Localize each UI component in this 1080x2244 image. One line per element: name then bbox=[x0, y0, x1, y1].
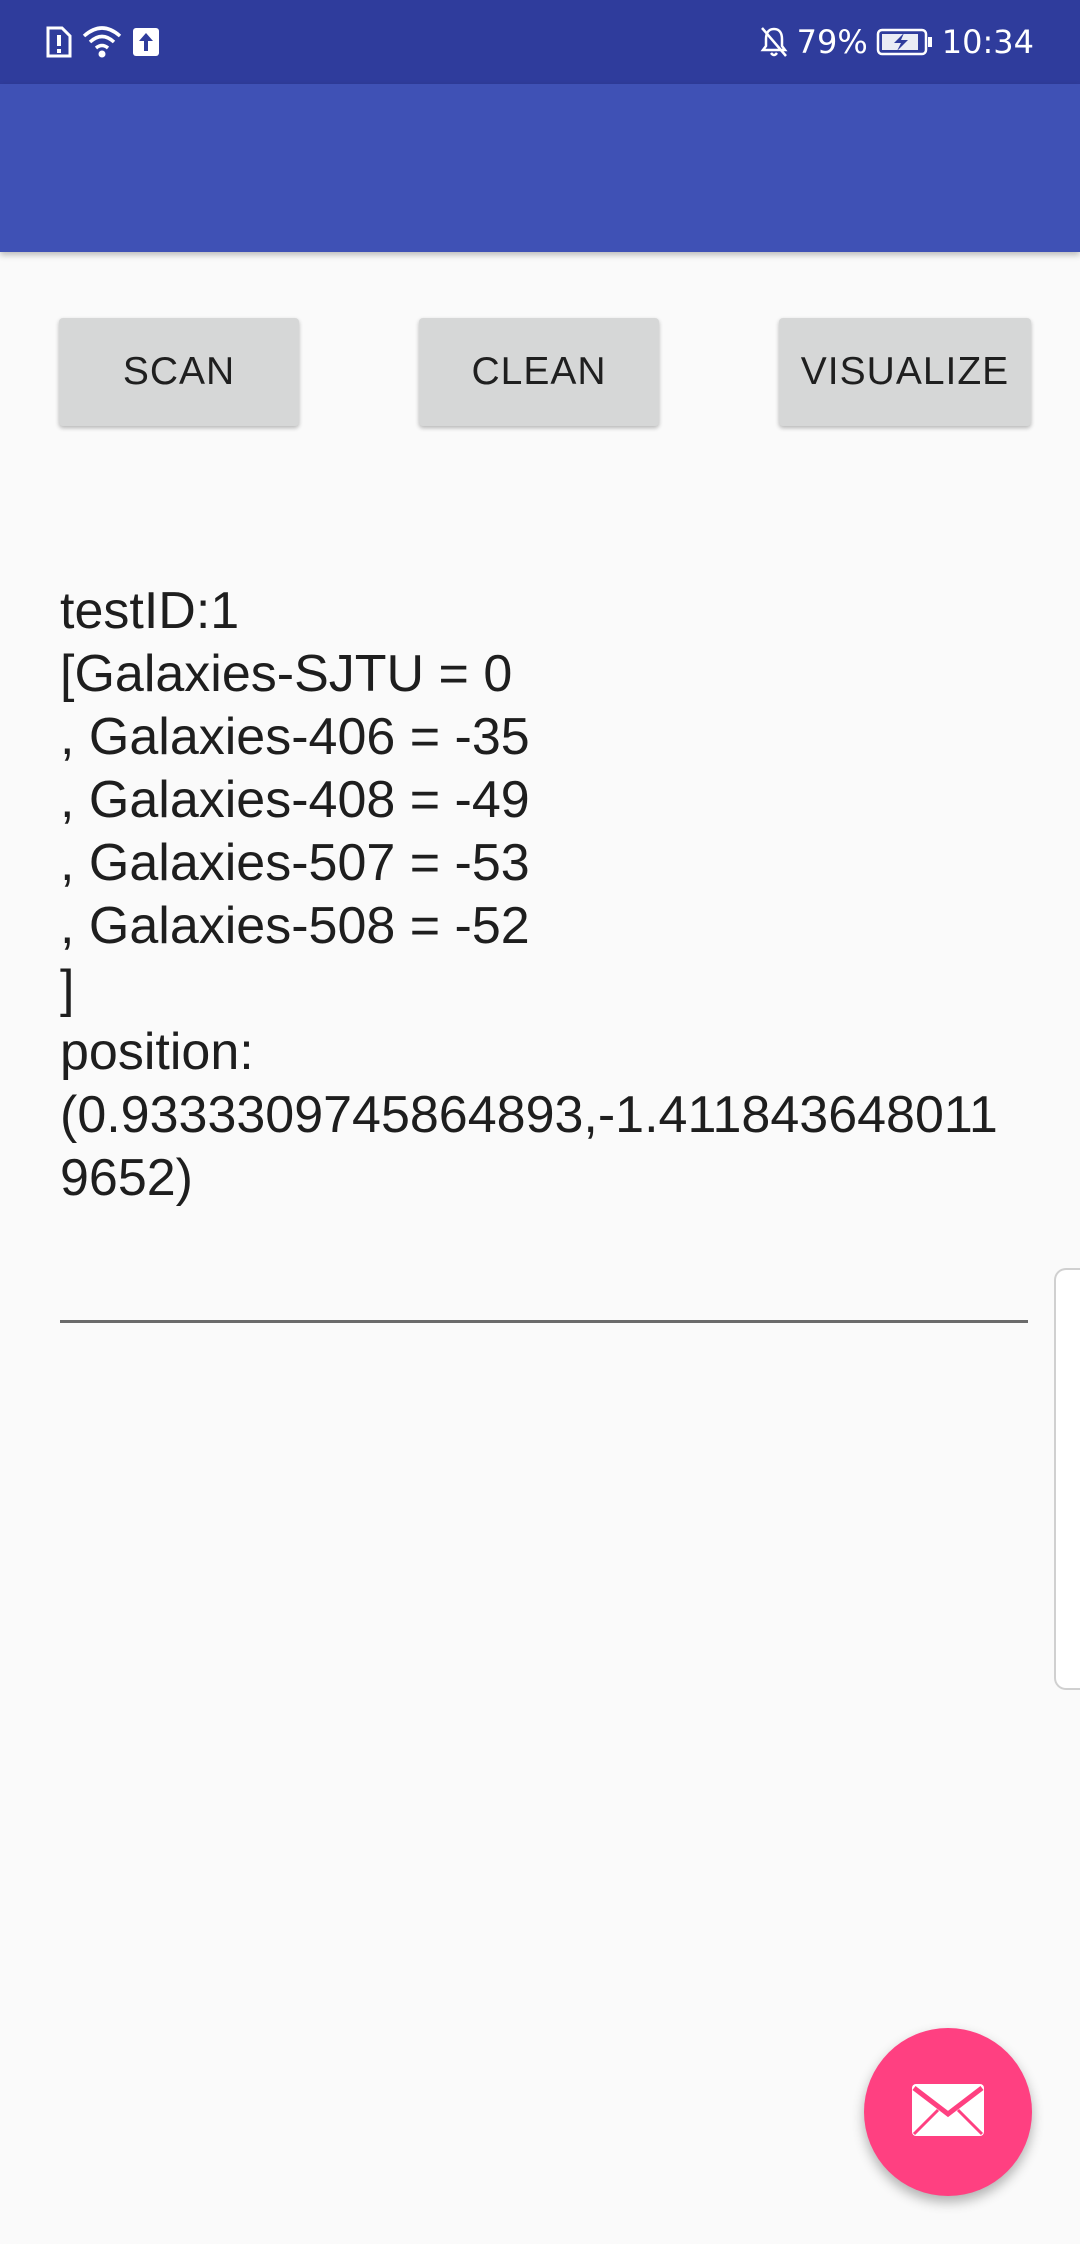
clean-button[interactable]: CLEAN bbox=[419, 318, 659, 426]
clock: 10:34 bbox=[941, 23, 1034, 61]
visualize-button[interactable]: VISUALIZE bbox=[779, 318, 1031, 426]
battery-charging-icon bbox=[876, 27, 934, 57]
sim-alert-icon bbox=[44, 26, 72, 58]
upload-icon bbox=[132, 26, 160, 58]
status-right-icons: 79% 10:34 bbox=[759, 0, 1034, 84]
notifications-off-icon bbox=[759, 26, 789, 58]
status-bar: 79% 10:34 bbox=[0, 0, 1080, 84]
email-fab-button[interactable] bbox=[864, 2028, 1032, 2196]
scan-result-text: testID:1 [Galaxies-SJTU = 0 , Galaxies-4… bbox=[60, 582, 998, 1207]
side-edge-handle[interactable] bbox=[1054, 1268, 1080, 1690]
scan-button[interactable]: SCAN bbox=[59, 318, 299, 426]
wifi-icon bbox=[82, 26, 122, 58]
app-bar bbox=[0, 84, 1080, 252]
battery-percent: 79% bbox=[796, 23, 868, 61]
status-left-icons bbox=[44, 0, 160, 84]
email-icon bbox=[910, 2082, 986, 2143]
text-field-underline[interactable] bbox=[60, 1320, 1028, 1323]
